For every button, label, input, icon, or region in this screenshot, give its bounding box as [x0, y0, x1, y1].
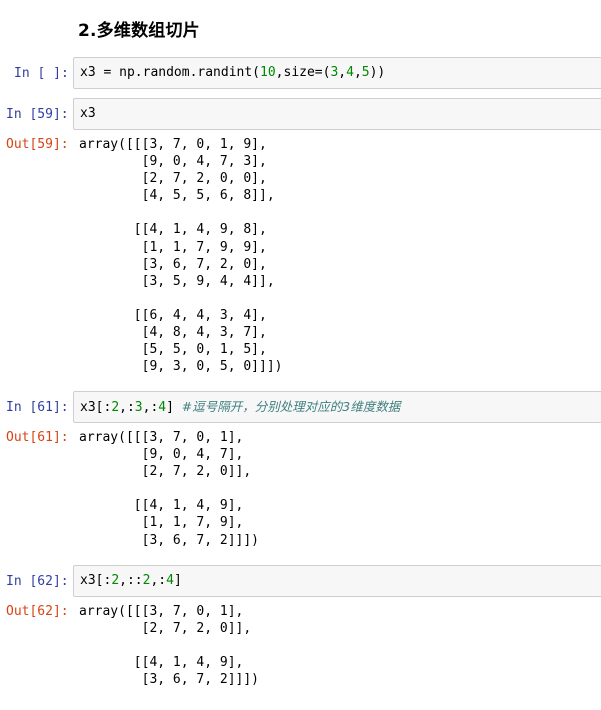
code-token: ,: — [142, 400, 159, 415]
code-token: ] — [166, 400, 182, 415]
input-prompt: In [ ]: — [14, 66, 69, 81]
code-token: , — [338, 65, 347, 80]
input-prompt: In [62]: — [6, 574, 69, 589]
output-prompt: Out[61]: — [6, 430, 69, 445]
code-number: 5 — [361, 65, 370, 80]
code-number: 4 — [166, 573, 174, 588]
code-input[interactable]: x3 = np.random.randint(10,size=(3,4,5)) — [73, 57, 601, 89]
code-token: ,: — [150, 573, 167, 588]
output-prompt: Out[59]: — [6, 137, 69, 152]
code-token: ,: — [119, 400, 135, 415]
code-token: )) — [369, 65, 386, 80]
code-input[interactable]: x3 — [73, 98, 601, 130]
code-input[interactable]: x3[:2,:3,:4] #逗号隔开，分别处理对应的3维度数据 — [73, 391, 601, 423]
cell-output: array([[[3, 7, 0, 1], [9, 0, 4, 7], [2, … — [79, 430, 260, 548]
code-number: 4 — [346, 65, 354, 80]
code-token: x3 — [80, 106, 96, 121]
cell-output: array([[[3, 7, 0, 1], [2, 7, 2, 0]], [[4… — [79, 604, 260, 688]
code-number: 3 — [134, 400, 143, 415]
section-heading: 2.多维数组切片 — [78, 21, 200, 41]
code-token: x3[: — [80, 573, 112, 588]
output-prompt: Out[62]: — [6, 604, 69, 619]
cell-output: array([[[3, 7, 0, 1, 9], [9, 0, 4, 7, 3]… — [79, 137, 283, 375]
code-token: x3 = np.random.randint( — [80, 65, 261, 80]
code-number: 10 — [260, 65, 276, 80]
code-comment: #逗号隔开，分别处理对应的3维度数据 — [181, 399, 401, 414]
code-input[interactable]: x3[:2,::2,:4] — [73, 565, 601, 597]
code-token: x3[: — [80, 400, 112, 415]
code-token: ,:: — [119, 573, 143, 588]
code-token: ] — [173, 573, 182, 588]
code-token: ,size=( — [275, 65, 331, 80]
code-number: 2 — [111, 573, 120, 588]
input-prompt: In [61]: — [6, 400, 69, 415]
code-number: 2 — [111, 400, 120, 415]
code-token: , — [353, 65, 362, 80]
input-prompt: In [59]: — [6, 107, 69, 122]
code-number: 4 — [158, 400, 167, 415]
